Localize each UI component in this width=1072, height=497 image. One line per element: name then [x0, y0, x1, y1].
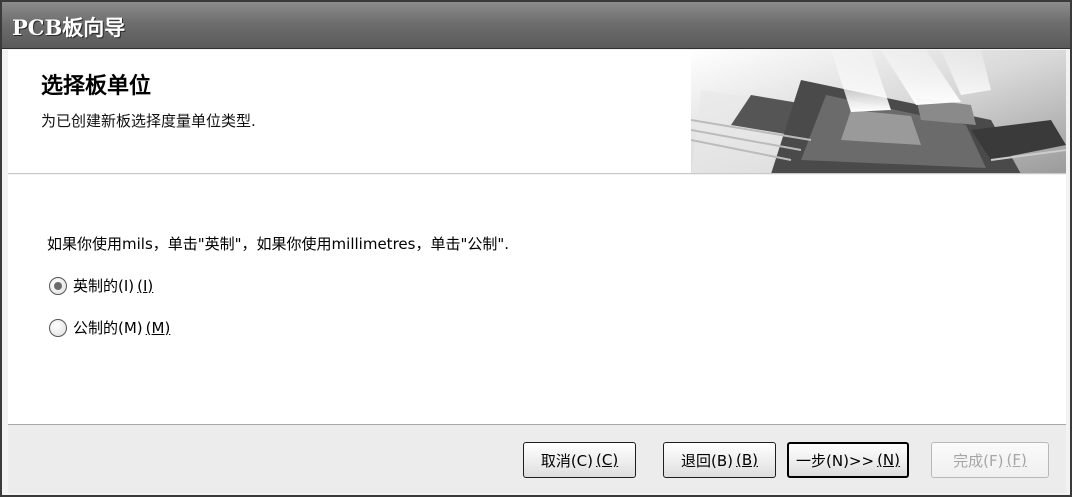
- radio-imperial-button[interactable]: [49, 276, 67, 295]
- wizard-content: 如果你使用mils，单击"英制"，如果你使用millimetres，单击"公制"…: [8, 175, 1066, 424]
- back-button-label: 退回(B): [681, 451, 733, 470]
- window-title: PCB板向导: [12, 15, 126, 40]
- radio-metric-label[interactable]: 公制的(M): [73, 317, 143, 338]
- cancel-button[interactable]: 取消(C) (C): [523, 442, 636, 478]
- back-button-hotkey: (B): [736, 451, 758, 469]
- radio-imperial[interactable]: 英制的(I) (I): [49, 275, 153, 296]
- radio-metric-hotkey: (M): [145, 318, 171, 337]
- title-bar[interactable]: PCB板向导: [2, 2, 1070, 49]
- finish-button-label: 完成(F): [953, 451, 1004, 470]
- pcb-banner-image: [691, 50, 1066, 173]
- pcb-wizard-window: PCB板向导 选择板单位 为已创建新板选择度量单位类型. 如果你使用mils，单…: [0, 0, 1072, 497]
- cancel-button-hotkey: (C): [596, 451, 619, 469]
- back-button[interactable]: 退回(B) (B): [663, 442, 776, 478]
- next-button-label: 一步(N)>>: [796, 451, 875, 470]
- radio-imperial-label[interactable]: 英制的(I): [73, 275, 134, 296]
- radio-imperial-hotkey: (I): [137, 276, 154, 295]
- page-title: 选择板单位: [41, 74, 152, 99]
- page-subtitle: 为已创建新板选择度量单位类型.: [41, 112, 256, 130]
- cancel-button-label: 取消(C): [540, 451, 593, 470]
- next-button-hotkey: (N): [877, 451, 900, 469]
- instruction-text: 如果你使用mils，单击"英制"，如果你使用millimetres，单击"公制"…: [47, 235, 510, 253]
- wizard-header: 选择板单位 为已创建新板选择度量单位类型.: [8, 50, 1066, 174]
- radio-metric[interactable]: 公制的(M) (M): [49, 317, 170, 338]
- wizard-footer: 取消(C) (C) 退回(B) (B) 一步(N)>> (N) 完成(F) (F): [8, 424, 1066, 493]
- finish-button-hotkey: (F): [1006, 451, 1027, 469]
- radio-metric-button[interactable]: [49, 318, 67, 337]
- finish-button[interactable]: 完成(F) (F): [931, 442, 1049, 478]
- next-button[interactable]: 一步(N)>> (N): [787, 442, 909, 478]
